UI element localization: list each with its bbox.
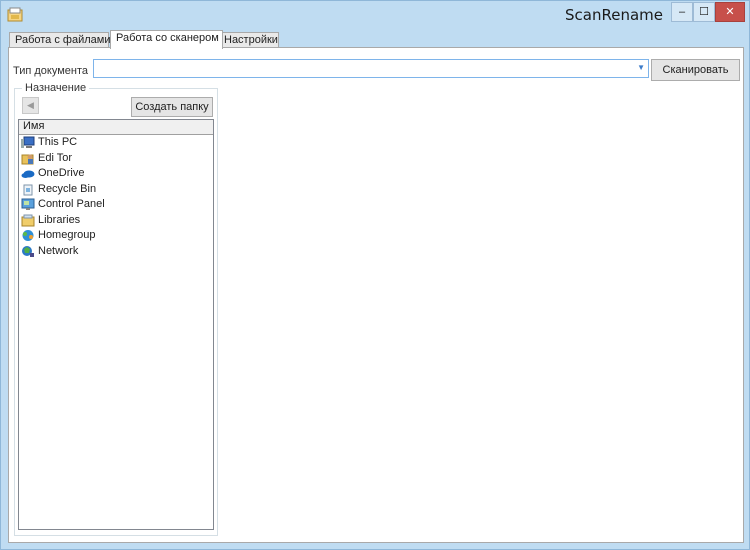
list-item-network[interactable]: Network [19,244,213,260]
onedrive-icon [21,170,35,178]
list-item-label: Recycle Bin [38,182,97,195]
list-item-onedrive[interactable]: OneDrive [19,166,213,182]
computer-icon [21,136,35,148]
list-item-label: Network [38,244,79,257]
tab-content-scanner: Тип документа ▼ Сканировать Назначение ◀… [8,47,744,543]
app-window: ScanRename – ☐ ✕ Работа с файлами Работа… [0,0,750,550]
homegroup-icon [22,230,34,241]
list-item-label: Edi Tor [38,151,73,164]
list-item-libraries[interactable]: Libraries [19,213,213,229]
list-item-user-folder[interactable]: Edi Tor [19,151,213,167]
list-item-label: Homegroup [38,229,96,241]
destination-group: Назначение ◀ Создать папку Имя This PC E… [14,82,218,536]
control-panel-icon [21,198,35,210]
network-icon [22,245,34,257]
scan-button[interactable]: Сканировать [651,59,740,81]
libraries-icon [21,214,35,226]
minimize-button[interactable]: – [671,2,693,22]
close-button[interactable]: ✕ [715,2,745,22]
recycle-bin-icon [23,184,33,195]
user-folder-icon [21,154,34,164]
back-button[interactable]: ◀ [22,97,39,114]
list-item-label: This PC [38,136,78,148]
create-folder-button[interactable]: Создать папку [131,97,213,117]
doc-type-label: Тип документа [13,65,89,77]
doc-type-combobox[interactable]: ▼ [93,59,649,78]
list-item-this-pc[interactable]: This PC [19,135,213,151]
maximize-button[interactable]: ☐ [693,2,715,22]
app-icon [7,7,23,22]
tab-scanner[interactable]: Работа со сканером [110,30,223,49]
list-item-label: Control Panel [38,198,105,210]
list-item-label: OneDrive [38,167,85,179]
dropdown-arrow-icon[interactable]: ▼ [637,63,645,72]
destination-legend: Назначение [22,82,90,94]
list-item-control-panel[interactable]: Control Panel [19,197,213,213]
title-bar[interactable]: ScanRename – ☐ ✕ [1,1,749,29]
back-arrow-icon: ◀ [27,100,34,110]
list-item-homegroup[interactable]: Homegroup [19,228,213,244]
window-title: ScanRename [565,6,663,24]
folder-list[interactable]: Имя This PC Edi Tor OneDrive Recycle Bin… [18,119,214,530]
list-item-recycle-bin[interactable]: Recycle Bin [19,182,213,198]
column-header-name[interactable]: Имя [19,120,213,135]
list-item-label: Libraries [38,213,81,226]
